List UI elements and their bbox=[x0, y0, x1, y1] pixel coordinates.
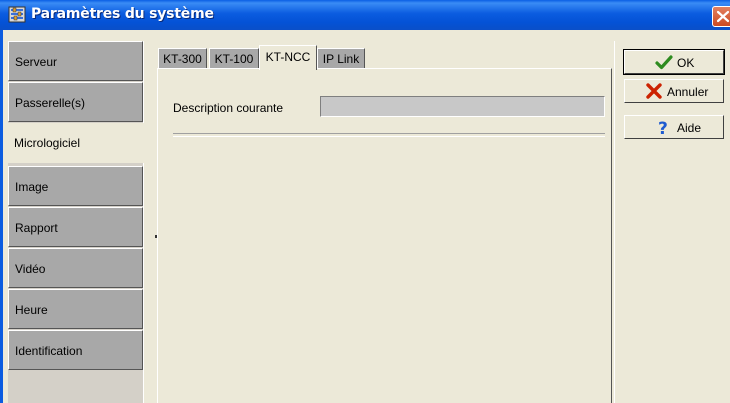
sidebar-item-image[interactable]: Image bbox=[8, 166, 143, 206]
sidebar-item-label: Image bbox=[15, 180, 49, 194]
description-label: Description courante bbox=[173, 101, 284, 115]
sidebar-item-label: Passerelle(s) bbox=[15, 96, 86, 110]
tab-panel: Description courante bbox=[157, 68, 612, 403]
sidebar-item-label: Rapport bbox=[15, 221, 58, 235]
title-bar[interactable]: Paramètres du système bbox=[0, 0, 730, 30]
sidebar-item-label: Vidéo bbox=[15, 262, 46, 276]
sidebar-item-label: Serveur bbox=[15, 55, 58, 69]
ok-button[interactable]: OK bbox=[623, 49, 725, 75]
help-button[interactable]: ? Aide bbox=[624, 115, 724, 139]
sidebar-item-video[interactable]: Vidéo bbox=[8, 248, 143, 288]
sidebar-item-identification[interactable]: Identification bbox=[8, 330, 143, 370]
ok-label: OK bbox=[677, 56, 695, 70]
description-field[interactable] bbox=[320, 96, 605, 117]
close-icon bbox=[716, 10, 730, 23]
tab-label: KT-300 bbox=[163, 52, 202, 66]
panel-separator bbox=[173, 133, 605, 137]
checkmark-icon bbox=[655, 55, 673, 70]
x-icon bbox=[646, 83, 662, 99]
window-title: Paramètres du système bbox=[31, 6, 214, 22]
sidebar-divider bbox=[143, 41, 144, 403]
sidebar-item-heure[interactable]: Heure bbox=[8, 289, 143, 329]
close-button[interactable] bbox=[712, 6, 730, 27]
button-column: OK Annuler ? Aide bbox=[614, 41, 730, 403]
window-frame-left bbox=[0, 30, 3, 403]
cancel-button[interactable]: Annuler bbox=[624, 79, 724, 103]
tab-ip-link[interactable]: IP Link bbox=[317, 48, 365, 69]
sidebar-item-label: Identification bbox=[15, 344, 83, 358]
system-settings-window: Paramètres du système Serveur Passerelle… bbox=[0, 0, 730, 403]
tab-kt-300[interactable]: KT-300 bbox=[158, 48, 207, 69]
sidebar-item-label: Micrologiciel bbox=[14, 136, 81, 150]
sidebar-item-micrologiciel[interactable]: Micrologiciel bbox=[8, 123, 150, 163]
tab-label: KT-NCC bbox=[265, 50, 311, 64]
tab-kt-ncc[interactable]: KT-NCC bbox=[259, 45, 317, 70]
tab-label: IP Link bbox=[322, 52, 360, 66]
question-mark-icon: ? bbox=[658, 119, 668, 135]
tab-label: KT-100 bbox=[214, 52, 254, 66]
tab-kt-100[interactable]: KT-100 bbox=[209, 48, 259, 69]
svg-text:?: ? bbox=[658, 119, 668, 135]
sidebar-item-label: Heure bbox=[15, 303, 48, 317]
cancel-label: Annuler bbox=[667, 85, 709, 99]
sidebar-item-rapport[interactable]: Rapport bbox=[8, 207, 143, 247]
sidebar-item-serveur[interactable]: Serveur bbox=[8, 41, 143, 81]
help-label: Aide bbox=[677, 121, 702, 135]
settings-window-icon bbox=[8, 6, 26, 23]
sidebar-item-passerelles[interactable]: Passerelle(s) bbox=[8, 82, 143, 122]
